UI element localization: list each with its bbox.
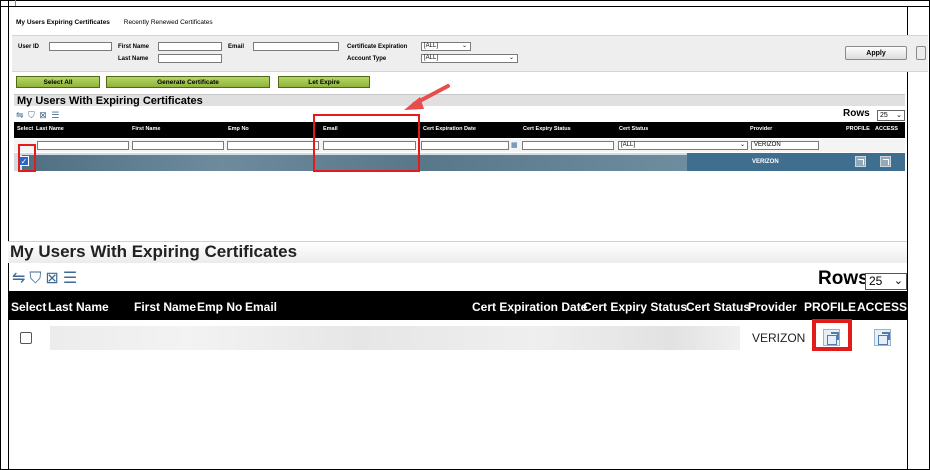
col-first-name[interactable]: First Name	[134, 300, 196, 314]
filter-cert-expiry-status[interactable]	[522, 141, 614, 150]
small-grid-rows-value: 25	[880, 112, 888, 119]
chevron-down-icon: ⌄	[896, 112, 902, 119]
tab-my-users-expiring[interactable]: My Users Expiring Certificates	[16, 19, 110, 26]
last-name-label: Last Name	[118, 56, 149, 62]
col-profile[interactable]: PROFILE	[804, 300, 856, 314]
small-grid-filter-row: ▦ [ALL] ⌄ VERIZON	[14, 139, 905, 152]
col-profile[interactable]: PROFILE	[846, 126, 870, 132]
account-type-select[interactable]: [ALL] ⌄	[421, 54, 518, 63]
filter-emp-no[interactable]	[227, 141, 319, 150]
frame-right-line	[907, 7, 908, 470]
large-grid-rows-select[interactable]: 25 ⌄	[865, 273, 907, 290]
account-type-value: [ALL]	[424, 55, 439, 61]
col-access[interactable]: ACCESS	[875, 126, 898, 132]
col-select[interactable]: Select	[17, 126, 33, 132]
chevron-down-icon: ⌄	[461, 43, 467, 49]
large-grid-header: Select Last Name First Name Emp No Email…	[8, 291, 907, 320]
frame-tick	[15, 0, 16, 6]
col-last-name[interactable]: Last Name	[48, 300, 109, 314]
small-grid-rows-label: Rows	[843, 108, 870, 119]
user-id-input[interactable]	[49, 42, 112, 51]
red-arrow-icon	[404, 84, 450, 110]
filter-cert-status-select[interactable]: [ALL] ⌄	[618, 141, 748, 150]
large-grid-rows-label: Rows	[818, 268, 869, 289]
col-cert-expiration-date[interactable]: Cert Expiration Date	[472, 300, 587, 314]
first-name-input[interactable]	[158, 42, 222, 51]
highlight-profile-icon	[812, 319, 852, 351]
tab-bar: My Users Expiring Certificates Recently …	[16, 19, 225, 26]
redacted-row-content	[50, 326, 740, 350]
first-name-label: First Name	[118, 44, 150, 50]
chevron-down-icon: ⌄	[508, 55, 514, 61]
chevron-down-icon: ⌄	[739, 142, 745, 148]
select-all-button[interactable]: Select All	[16, 76, 100, 88]
cert-expiration-value: [ALL]	[424, 43, 439, 49]
calendar-icon[interactable]: ▦	[511, 141, 518, 149]
col-cert-status[interactable]: Cert Status	[619, 126, 648, 132]
access-link-icon[interactable]	[880, 156, 891, 167]
filter-first-name[interactable]	[132, 141, 224, 150]
col-first-name[interactable]: First Name	[132, 126, 160, 132]
email-input[interactable]	[253, 42, 339, 51]
col-cert-expiry-status[interactable]: Cert Expiry Status	[583, 300, 687, 314]
filter-provider[interactable]: VERIZON	[751, 141, 819, 150]
generate-certificate-button[interactable]: Generate Certificate	[106, 76, 270, 88]
let-expire-button[interactable]: Let Expire	[278, 76, 370, 88]
small-grid-rows-select[interactable]: 25 ⌄	[877, 110, 905, 121]
row-provider: VERIZON	[736, 153, 812, 171]
col-cert-status[interactable]: Cert Status	[686, 300, 750, 314]
frame-left-line	[8, 0, 9, 470]
filter-cert-expiration-date[interactable]	[421, 141, 509, 150]
col-access[interactable]: ACCESS	[857, 300, 907, 314]
col-last-name[interactable]: Last Name	[36, 126, 64, 132]
filter-panel: User ID First Name Last Name Email Certi…	[12, 35, 928, 72]
account-type-label: Account Type	[347, 56, 387, 62]
apply-button[interactable]: Apply	[845, 46, 907, 60]
highlight-email-column	[313, 114, 420, 172]
col-select[interactable]: Select	[11, 300, 46, 314]
col-cert-expiration-date[interactable]: Cert Expiration Date	[423, 126, 476, 132]
tab-recently-renewed[interactable]: Recently Renewed Certificates	[124, 19, 213, 26]
small-grid-title: My Users With Expiring Certificates	[14, 94, 905, 107]
filter-last-name[interactable]	[37, 141, 129, 150]
col-email[interactable]: Email	[245, 300, 277, 314]
last-name-input[interactable]	[158, 54, 222, 63]
email-label: Email	[228, 44, 245, 50]
profile-link-icon[interactable]	[855, 156, 866, 167]
col-emp-no[interactable]: Emp No	[197, 300, 242, 314]
large-grid-rows-value: 25	[869, 274, 883, 288]
small-grid-header: Select Last Name First Name Emp No Email…	[14, 122, 905, 138]
chevron-down-icon: ⌄	[893, 275, 903, 287]
frame-top-line	[0, 6, 930, 7]
col-provider[interactable]: Provider	[750, 126, 772, 132]
cert-expiration-select[interactable]: [ALL] ⌄	[421, 42, 471, 51]
access-link-icon[interactable]	[874, 329, 891, 346]
row-select-checkbox[interactable]	[20, 332, 32, 344]
row-provider: VERIZON	[752, 331, 806, 345]
cert-status-filter-value: [ALL]	[621, 142, 636, 148]
user-id-label: User ID	[18, 44, 40, 50]
small-grid-toolbar-icons[interactable]: ⇋ ⛉ ⊠ ☰	[16, 110, 60, 121]
large-grid-toolbar-icons[interactable]: ⇋⛉⊠☰	[12, 268, 81, 288]
highlight-select-checkbox	[18, 144, 36, 172]
col-provider[interactable]: Provider	[748, 300, 797, 314]
col-cert-expiry-status[interactable]: Cert Expiry Status	[523, 126, 571, 132]
large-grid-title: My Users With Expiring Certificates	[10, 242, 298, 261]
secondary-button[interactable]	[916, 46, 926, 60]
cert-expiration-label: Certificate Expiration	[347, 44, 408, 50]
col-emp-no[interactable]: Emp No	[228, 126, 249, 132]
